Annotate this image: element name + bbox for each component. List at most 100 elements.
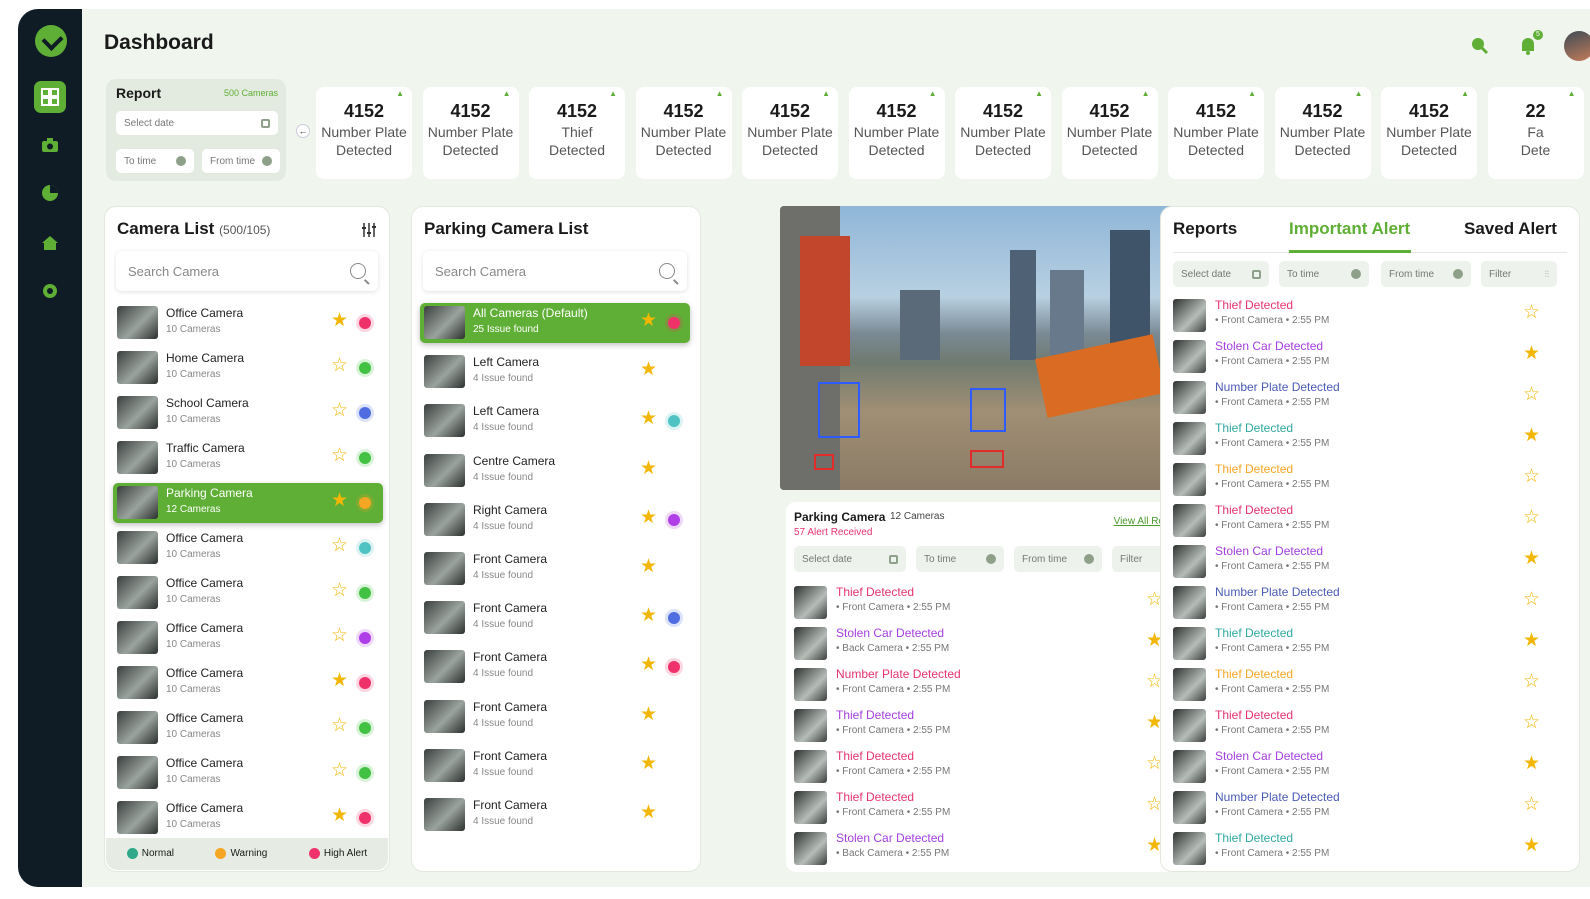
report-from-time-field[interactable]: From time [202, 149, 280, 173]
stat-card[interactable]: ▲ 4152 Number Plate Detected [1168, 87, 1264, 179]
alert-item[interactable]: Number Plate Detected • Front Camera • 2:… [1173, 789, 1547, 827]
alert-item[interactable]: Stolen Car Detected • Front Camera • 2:55… [1173, 748, 1547, 786]
star-outline-icon[interactable]: ☆ [1523, 713, 1540, 733]
stat-card[interactable]: ▲ 4152 Number Plate Detected [422, 87, 519, 179]
list-item[interactable]: School Camera 10 Cameras ☆ [113, 393, 383, 433]
alert-item[interactable]: Thief Detected • Front Camera • 2:55 PM ☆ [794, 584, 1170, 622]
alert-item[interactable]: Thief Detected • Front Camera • 2:55 PM ☆ [1173, 502, 1547, 540]
list-item[interactable]: Front Camera 4 Issue found ★ [420, 746, 690, 786]
dashboard-nav-icon[interactable] [34, 81, 66, 113]
stats-prev-button[interactable]: ← [296, 124, 310, 138]
list-item[interactable]: Parking Camera 12 Cameras ★ [113, 483, 383, 523]
home-nav-icon[interactable] [34, 227, 66, 259]
alert-item[interactable]: Thief Detected • Front Camera • 2:55 PM ★ [1173, 830, 1547, 868]
alert-item[interactable]: Stolen Car Detected • Back Camera • 2:55 … [794, 830, 1170, 868]
star-outline-icon[interactable]: ☆ [331, 401, 348, 421]
star-filled-icon[interactable]: ★ [1523, 344, 1540, 364]
list-item[interactable]: Office Camera 10 Cameras ☆ [113, 708, 383, 748]
camera-nav-icon[interactable] [34, 129, 66, 161]
report-date-field[interactable]: Select date [116, 111, 278, 135]
star-filled-icon[interactable]: ★ [331, 806, 348, 826]
alert-item[interactable]: Thief Detected • Front Camera • 2:55 PM ★ [794, 707, 1170, 745]
tab-saved-alert[interactable]: Saved Alert [1464, 219, 1557, 239]
feed-from-time-field[interactable]: From time [1014, 546, 1102, 572]
stat-card[interactable]: ▲ 4152 Number Plate Detected [1274, 87, 1371, 179]
stat-card[interactable]: ▲ 4152 Number Plate Detected [635, 87, 732, 179]
star-filled-icon[interactable]: ★ [1523, 631, 1540, 651]
list-item[interactable]: Centre Camera 4 Issue found ★ [420, 451, 690, 491]
star-filled-icon[interactable]: ★ [640, 753, 657, 774]
star-outline-icon[interactable]: ☆ [1523, 795, 1540, 815]
stat-card[interactable]: ▲ 4152 Number Plate Detected [1381, 87, 1477, 179]
settings-nav-icon[interactable] [34, 275, 66, 307]
star-outline-icon[interactable]: ☆ [1523, 590, 1540, 610]
alert-item[interactable]: Thief Detected • Front Camera • 2:55 PM ☆ [1173, 707, 1547, 745]
alert-item[interactable]: Stolen Car Detected • Back Camera • 2:55 … [794, 625, 1170, 663]
star-outline-icon[interactable]: ☆ [1523, 467, 1540, 487]
stat-card[interactable]: ▲ 4152 Thief Detected [529, 87, 625, 179]
list-item[interactable]: Left Camera 4 Issue found ★ [420, 352, 690, 392]
filter-sliders-icon[interactable] [361, 223, 377, 237]
star-filled-icon[interactable]: ★ [640, 311, 657, 331]
star-filled-icon[interactable]: ★ [640, 655, 657, 675]
star-outline-icon[interactable]: ☆ [331, 446, 348, 466]
stat-card[interactable]: ▲ 4152 Number Plate Detected [955, 87, 1051, 179]
alert-item[interactable]: Number Plate Detected • Front Camera • 2:… [1173, 584, 1547, 622]
star-filled-icon[interactable]: ★ [640, 360, 657, 380]
report-to-time-field[interactable]: To time [116, 149, 194, 173]
list-item[interactable]: Front Camera 4 Issue found ★ [420, 697, 690, 737]
alert-item[interactable]: Number Plate Detected • Front Camera • 2:… [1173, 379, 1547, 417]
reports-from-time-field[interactable]: From time [1381, 261, 1471, 287]
star-outline-icon[interactable]: ☆ [1523, 508, 1540, 528]
reports-to-time-field[interactable]: To time [1279, 261, 1369, 287]
star-filled-icon[interactable]: ★ [1523, 836, 1540, 856]
alert-item[interactable]: Thief Detected • Front Camera • 2:55 PM ☆ [1173, 297, 1547, 335]
list-item[interactable]: Office Camera 10 Cameras ☆ [113, 528, 383, 568]
star-filled-icon[interactable]: ★ [640, 606, 657, 626]
stat-card[interactable]: ▲ 4152 Number Plate Detected [316, 87, 412, 179]
bell-icon[interactable]: 5 [1516, 30, 1543, 58]
analytics-nav-icon[interactable] [34, 177, 66, 209]
tab-important-alert[interactable]: Important Alert [1289, 219, 1410, 239]
star-outline-icon[interactable]: ☆ [331, 356, 348, 376]
list-item[interactable]: Office Camera 10 Cameras ★ [113, 663, 383, 703]
alert-item[interactable]: Thief Detected • Front Camera • 2:55 PM ☆ [1173, 461, 1547, 499]
list-item[interactable]: Left Camera 4 Issue found ★ [420, 401, 690, 441]
star-filled-icon[interactable]: ★ [640, 803, 657, 823]
parking-search-input[interactable]: Search Camera [423, 251, 687, 291]
list-item[interactable]: Home Camera 10 Cameras ☆ [113, 348, 383, 388]
list-item[interactable]: Office Camera 10 Cameras ★ [113, 303, 383, 343]
reports-filter-field[interactable]: Filter ⫶⫶ [1481, 261, 1557, 287]
stat-card[interactable]: ▲ 22 Fa Dete [1487, 87, 1584, 179]
star-filled-icon[interactable]: ★ [331, 671, 348, 691]
star-filled-icon[interactable]: ★ [1523, 426, 1540, 446]
alert-item[interactable]: Thief Detected • Front Camera • 2:55 PM ★ [1173, 625, 1547, 663]
list-item[interactable]: Front Camera 4 Issue found ★ [420, 795, 690, 835]
search-icon[interactable] [1468, 34, 1492, 58]
alert-item[interactable]: Thief Detected • Front Camera • 2:55 PM ☆ [794, 789, 1170, 827]
star-outline-icon[interactable]: ☆ [1523, 672, 1540, 692]
star-filled-icon[interactable]: ★ [640, 704, 657, 725]
list-item[interactable]: Front Camera 4 Issue found ★ [420, 549, 690, 589]
star-outline-icon[interactable]: ☆ [1523, 303, 1540, 323]
star-filled-icon[interactable]: ★ [331, 311, 348, 331]
star-filled-icon[interactable]: ★ [640, 458, 657, 479]
star-filled-icon[interactable]: ★ [640, 507, 657, 528]
alert-item[interactable]: Thief Detected • Front Camera • 2:55 PM ★ [1173, 420, 1547, 458]
avatar[interactable] [1564, 31, 1590, 61]
star-outline-icon[interactable]: ☆ [331, 761, 348, 781]
star-filled-icon[interactable]: ★ [1523, 754, 1540, 774]
star-outline-icon[interactable]: ☆ [331, 536, 348, 556]
star-filled-icon[interactable]: ★ [640, 409, 657, 429]
list-item[interactable]: Traffic Camera 10 Cameras ☆ [113, 438, 383, 478]
camera-feed-image[interactable] [780, 206, 1204, 490]
camera-search-input[interactable]: Search Camera [116, 251, 378, 291]
logo[interactable] [35, 25, 67, 57]
list-item[interactable]: Front Camera 4 Issue found ★ [420, 647, 690, 687]
star-outline-icon[interactable]: ☆ [331, 626, 348, 646]
reports-date-field[interactable]: Select date [1173, 261, 1269, 287]
feed-to-time-field[interactable]: To time [916, 546, 1004, 572]
feed-date-field[interactable]: Select date [794, 546, 906, 572]
list-item[interactable]: Office Camera 10 Cameras ☆ [113, 618, 383, 658]
stat-card[interactable]: ▲ 4152 Number Plate Detected [1061, 87, 1158, 179]
